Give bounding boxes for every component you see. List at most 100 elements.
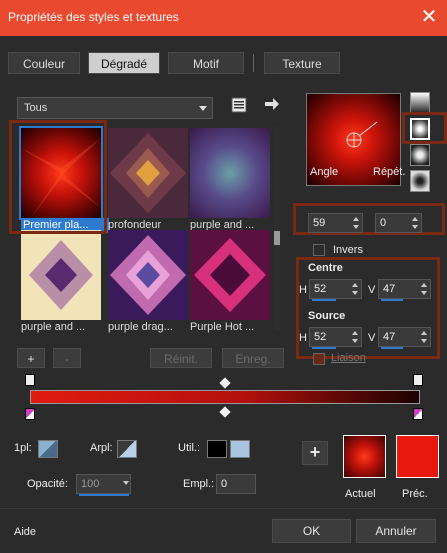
slider-indicator [312,299,336,301]
arrow-right-icon[interactable] [263,96,281,112]
center-v-stepper[interactable]: 47 [378,279,431,301]
highlight-frame [9,120,107,234]
thumbnail-image [190,230,270,320]
linear-gradient-button[interactable] [410,92,430,114]
chevron-down-icon [199,106,207,111]
scrollbar-thumb[interactable] [274,231,280,245]
foreground-label: 1pl: [14,442,32,454]
add-swatch-button[interactable]: + [302,441,328,465]
source-v-stepper[interactable]: 47 [378,327,431,349]
invert-label: Invers [333,244,363,256]
start-color-stop[interactable] [25,408,35,420]
tab-degrade[interactable]: Dégradé [88,52,160,74]
spinner-arrows-icon[interactable] [420,329,429,345]
center-label: Centre [308,262,343,274]
gradient-thumbnail[interactable]: Purple Hot ... [190,230,270,333]
category-value: Tous [24,102,48,114]
repeat-label: Répét. [373,166,406,178]
thumbnail-label: purple drag... [108,321,173,333]
current-label: Actuel [345,488,376,500]
source-h-label: H [299,332,307,344]
spinner-arrows-icon[interactable] [351,281,360,297]
end-stop-marker[interactable] [413,374,423,386]
gradient-bar[interactable] [30,390,420,404]
previous-swatch[interactable] [396,435,439,478]
slider-indicator [381,299,403,301]
source-v-value: 47 [383,331,396,343]
slider-indicator [79,494,129,496]
help-link[interactable]: Aide [14,526,36,538]
end-color-stop[interactable] [413,408,423,420]
gradient-thumbnail[interactable]: purple and ... [21,230,101,333]
previous-label: Préc. [402,488,428,500]
slider-indicator [381,347,403,349]
save-button[interactable]: Enreg. [222,348,284,368]
center-h-stepper[interactable]: 52 [309,279,362,301]
thumbnail-image [108,128,188,218]
tab-couleur[interactable]: Couleur [8,52,80,74]
opacity-field[interactable]: 100 [76,474,131,496]
color-midpoint-handle[interactable] [219,406,231,418]
source-h-value: 52 [314,331,327,343]
tab-texture[interactable]: Texture [264,52,340,74]
thumbnail-label: Purple Hot ... [190,321,255,333]
angle-stepper[interactable]: 59 [308,213,363,233]
location-field[interactable]: 0 [216,474,256,494]
repeat-stepper[interactable]: 0 [375,213,422,233]
spinner-arrows-icon[interactable] [420,281,429,297]
link-checkbox[interactable] [313,353,325,365]
foreground-swatch[interactable] [38,440,58,458]
gradient-thumbnail[interactable]: purple and ... [190,128,270,231]
radial-gradient-button[interactable] [410,144,430,166]
library-view-icon[interactable] [231,97,247,113]
title-bar: Propriétés des styles et textures ✕ [0,0,447,36]
spinner-arrows-icon[interactable] [352,215,361,231]
highlight-frame [402,112,447,144]
chevron-down-icon[interactable] [123,481,129,485]
current-swatch [343,435,386,478]
user-swatch-black[interactable] [207,440,227,458]
spinner-arrows-icon[interactable] [411,215,420,231]
opacity-value: 100 [81,478,100,490]
tab-motif[interactable]: Motif [168,52,244,74]
center-v-value: 47 [383,283,396,295]
thumbnail-label: purple and ... [21,321,86,333]
gradient-thumbnail[interactable]: purple drag... [108,230,188,333]
close-icon[interactable]: ✕ [417,6,441,30]
tab-separator [253,54,254,72]
thumbnail-image [190,128,270,218]
center-h-label: H [299,284,307,296]
category-select[interactable]: Tous [17,97,213,119]
gradient-thumbnail[interactable]: profondeur [108,128,188,231]
start-stop-marker[interactable] [25,374,35,386]
thumbnail-image [108,230,188,320]
invert-checkbox[interactable] [313,244,325,256]
background-swatch[interactable] [117,440,137,458]
ok-button[interactable]: OK [272,519,351,543]
user-swatch-blue[interactable] [230,440,250,458]
repeat-value: 0 [380,217,387,229]
location-label: Empl.: [183,478,215,490]
source-v-label: V [368,332,376,344]
link-label: Liaison [331,352,366,364]
center-h-value: 52 [314,283,327,295]
reset-button[interactable]: Réinit. [150,348,212,368]
opacity-label: Opacité: [27,478,68,490]
source-label: Source [308,310,346,322]
angle-value: 59 [313,217,326,229]
thumbnail-image [21,230,101,320]
background-label: Arpl: [90,442,113,454]
location-value: 0 [221,478,228,490]
add-gradient-button[interactable]: + [17,348,45,368]
sunburst-gradient-button[interactable] [410,170,430,192]
angle-label: Angle [310,166,339,178]
spinner-arrows-icon[interactable] [351,329,360,345]
cancel-button[interactable]: Annuler [356,519,436,543]
source-h-stepper[interactable]: 52 [309,327,362,349]
remove-gradient-button[interactable]: - [53,348,81,368]
library-scrollbar[interactable] [274,127,280,331]
center-v-label: V [368,284,376,296]
window-title: Propriétés des styles et textures [8,10,179,24]
slider-indicator [312,347,336,349]
opacity-midpoint-handle[interactable] [219,377,231,389]
